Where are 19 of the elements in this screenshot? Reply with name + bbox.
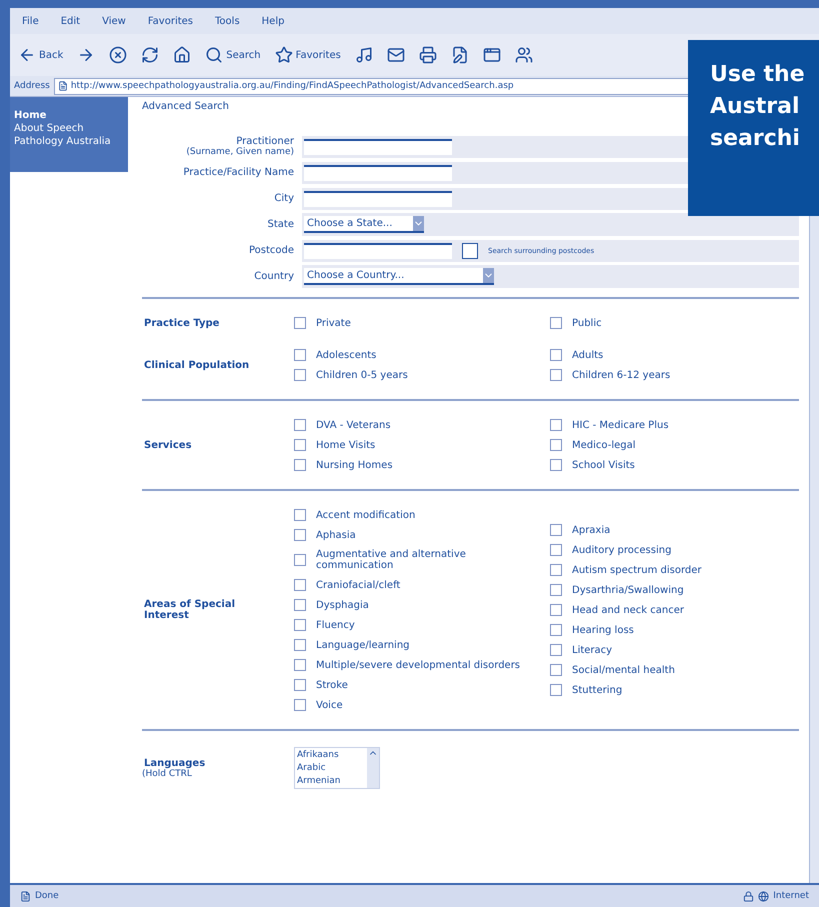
section-hint: (Hold CTRL — [142, 768, 193, 778]
section-title: Practice Type — [143, 318, 220, 328]
field-label: City — [274, 193, 294, 204]
field-label: Practitioner — [236, 136, 294, 147]
page-title: Advanced Search — [142, 101, 229, 112]
field-label: Postcode — [248, 245, 294, 256]
section-title: Languages — [143, 758, 206, 768]
address-label: Address — [14, 81, 50, 91]
section-title: Services — [143, 440, 193, 450]
callout-text: searchi — [710, 126, 801, 151]
field-label: Practice/Facility Name — [183, 167, 294, 178]
field-label: Country — [254, 271, 294, 282]
field-hint: (Surname, Given name) — [186, 147, 294, 157]
section-title: Areas of Special Interest — [143, 599, 236, 621]
callout-text: Austral — [710, 94, 801, 119]
security-zone: Internet — [743, 890, 809, 902]
field-label: State — [268, 219, 294, 230]
section-title: Clinical Population — [143, 360, 250, 370]
status-text: Done — [20, 890, 59, 902]
